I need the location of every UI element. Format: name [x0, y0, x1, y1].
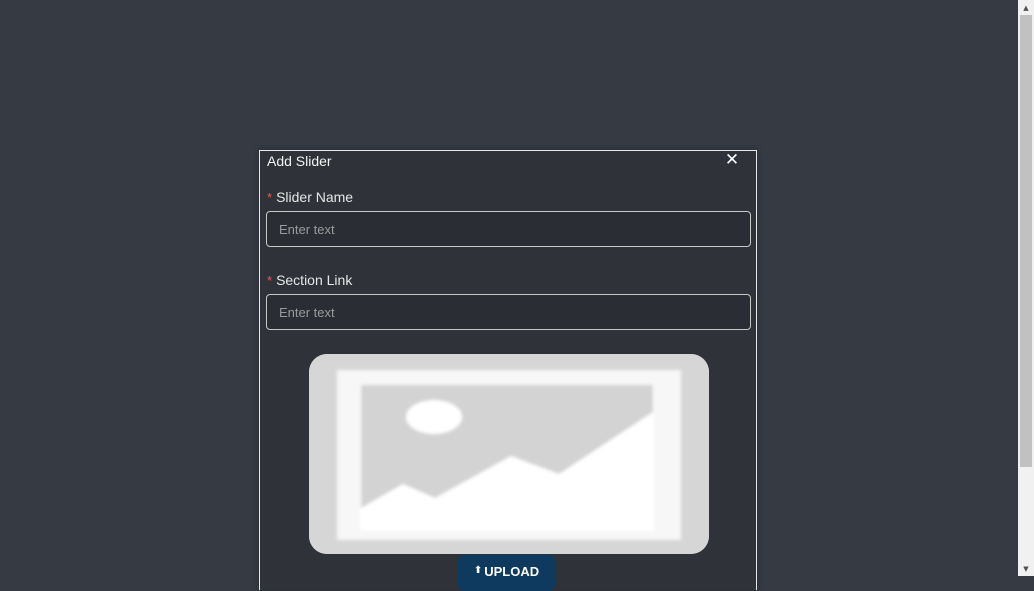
upload-button-label: UPLOAD	[484, 564, 540, 579]
image-preview[interactable]	[309, 354, 709, 554]
required-marker: *	[267, 273, 273, 288]
scroll-down-arrow-icon[interactable]: ▼	[1018, 561, 1034, 576]
slider-name-input[interactable]	[266, 211, 751, 247]
upload-button[interactable]: ⬆ UPLOAD	[458, 555, 555, 591]
modal-title: Add Slider	[267, 153, 332, 169]
close-icon[interactable]: ✕	[722, 150, 742, 170]
page-scrollbar[interactable]: ▲ ▼	[1018, 0, 1034, 576]
scroll-up-arrow-icon[interactable]: ▲	[1018, 0, 1034, 15]
section-link-input[interactable]	[266, 294, 751, 330]
section-link-label-text: Section Link	[276, 272, 353, 288]
scrollbar-thumb[interactable]	[1020, 15, 1032, 467]
required-marker: *	[267, 190, 273, 205]
slider-name-label-text: Slider Name	[276, 189, 354, 205]
section-link-label: * Section Link	[267, 272, 352, 288]
slider-name-label: * Slider Name	[267, 189, 353, 205]
add-slider-modal: Add Slider ✕ *Slider Name *Section Link …	[259, 150, 757, 591]
image-placeholder-icon	[309, 354, 709, 554]
